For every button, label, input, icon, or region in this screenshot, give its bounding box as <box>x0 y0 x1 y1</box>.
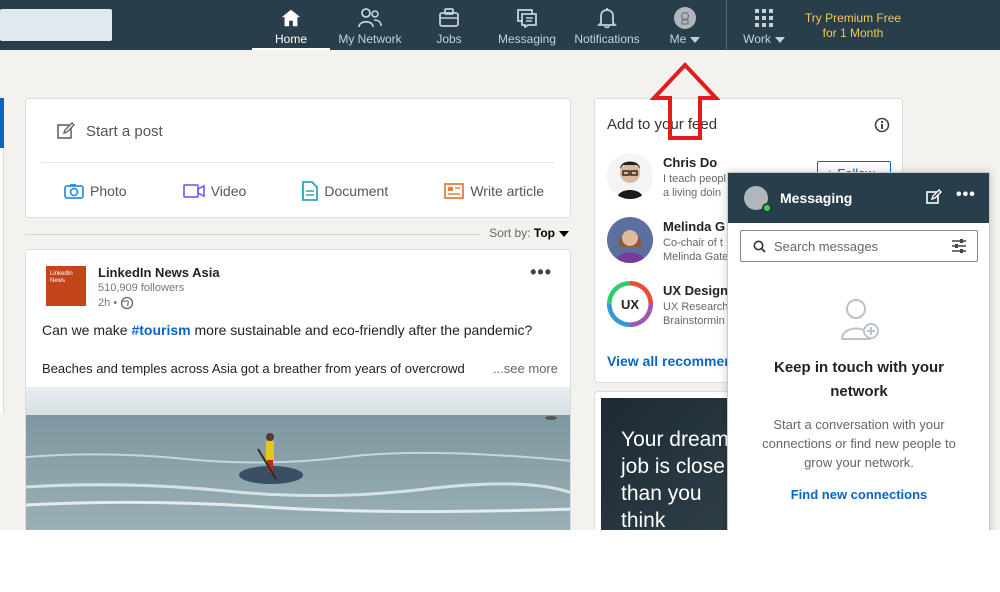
start-post-label: Start a post <box>86 122 163 140</box>
video-button[interactable]: Video <box>182 181 247 201</box>
author-logo[interactable]: LinkedIn News <box>46 266 86 306</box>
add-person-icon <box>840 299 879 340</box>
start-post-button[interactable]: Start a post <box>56 121 163 141</box>
premium-line-2: for 1 Month <box>822 26 884 40</box>
avatar[interactable] <box>607 153 653 199</box>
nav-messaging-label: Messaging <box>497 32 557 46</box>
message-search-box[interactable] <box>740 230 978 262</box>
red-arrow-annotation <box>650 62 720 140</box>
logo-line-1: LinkedIn <box>50 271 73 277</box>
search-input[interactable] <box>0 9 112 41</box>
svg-text:UX: UX <box>621 297 639 312</box>
beach-photo <box>26 387 570 530</box>
more-options-icon[interactable]: ••• <box>530 262 552 283</box>
sort-value: Top <box>533 226 555 240</box>
online-status-icon <box>762 203 772 213</box>
nav-home[interactable]: Home <box>252 0 330 50</box>
more-options-icon[interactable]: ••• <box>956 186 976 204</box>
nav-notifications-label: Notifications <box>574 32 640 46</box>
photo-label: Photo <box>90 183 127 199</box>
view-all-recommendations-link[interactable]: View all recommen <box>607 353 733 369</box>
messaging-panel: Messaging ••• Keep in touch with your ne… <box>727 172 990 530</box>
nav-notifications[interactable]: Notifications <box>570 0 644 50</box>
camera-icon <box>64 184 84 199</box>
search-icon <box>753 240 766 253</box>
nav-messaging[interactable]: Messaging <box>496 0 558 50</box>
empty-state-title: Keep in touch with your network <box>773 359 944 400</box>
suggestion-name[interactable]: Melinda G <box>663 219 725 234</box>
search-messages-input[interactable] <box>774 238 934 254</box>
post-author[interactable]: LinkedIn News Asia <box>98 265 220 280</box>
caret-down-icon <box>774 36 785 43</box>
post-text-2: Beaches and temples across Asia got a br… <box>42 361 558 376</box>
document-icon <box>302 181 319 201</box>
nav-my-network[interactable]: My Network <box>332 0 408 50</box>
filter-icon[interactable] <box>951 239 967 253</box>
nav-jobs-label: Jobs <box>436 32 462 46</box>
caret-down-icon <box>690 36 701 43</box>
nav-jobs[interactable]: Jobs <box>426 0 472 50</box>
document-label: Document <box>324 183 389 199</box>
nav-me-label: Me <box>669 32 687 46</box>
nav-work[interactable]: Work <box>738 0 790 50</box>
video-camera-icon <box>182 184 205 198</box>
divider <box>41 162 555 163</box>
avatar <box>673 6 697 30</box>
logo-line-2: News <box>50 278 66 284</box>
premium-link[interactable]: Try Premium Free for 1 Month <box>800 11 906 41</box>
nav-me[interactable]: Me <box>660 0 710 50</box>
post-time: 2h • <box>98 296 134 310</box>
compose-icon[interactable] <box>926 189 942 205</box>
post-time-label: 2h • <box>98 297 118 309</box>
globe-icon <box>121 296 134 310</box>
caret-down-icon <box>559 230 569 237</box>
divider <box>25 234 481 235</box>
bell-icon <box>595 6 619 30</box>
info-icon[interactable] <box>874 117 890 133</box>
sort-dropdown[interactable]: Sort by: Top <box>489 226 569 240</box>
premium-line-1: Try Premium Free <box>804 11 902 25</box>
grid-icon <box>752 6 776 30</box>
sort-bar: Sort by: Top <box>25 226 571 242</box>
nav-work-label: Work <box>743 32 771 46</box>
empty-state-description: Start a conversation with your connectio… <box>762 417 956 470</box>
messaging-header[interactable]: Messaging ••• <box>728 173 989 223</box>
avatar[interactable] <box>607 217 653 263</box>
left-sidebar-accent <box>0 98 4 148</box>
left-sidebar-card <box>0 98 4 413</box>
suggestion-name[interactable]: Chris Do <box>663 155 717 170</box>
share-box: Start a post Photo Video Document Write … <box>25 98 571 218</box>
post-text-before: Can we make <box>42 322 132 338</box>
linkedin-app: Home My Network Jobs Messaging Notificat <box>0 0 1000 530</box>
people-icon <box>358 6 382 30</box>
article-icon <box>444 183 465 199</box>
hashtag-link[interactable]: #tourism <box>131 322 190 338</box>
post-image[interactable] <box>26 387 570 530</box>
suggestion-name[interactable]: UX Design <box>663 283 728 298</box>
post-text-2-body: Beaches and temples across Asia got a br… <box>42 361 465 376</box>
document-button[interactable]: Document <box>302 181 388 201</box>
post-followers: 510,909 followers <box>98 282 185 294</box>
write-article-button[interactable]: Write article <box>444 181 544 201</box>
post-actions: Photo Video Document Write article <box>64 181 544 201</box>
see-more-link[interactable]: ...see more <box>486 361 558 376</box>
home-icon <box>279 6 303 30</box>
nav-divider <box>726 0 727 50</box>
nav-my-network-label: My Network <box>338 32 402 46</box>
video-label: Video <box>210 183 247 199</box>
find-new-connections-link[interactable]: Find new connections <box>748 487 970 502</box>
photo-button[interactable]: Photo <box>64 181 127 201</box>
post-text: Can we make #tourism more sustainable an… <box>42 322 532 338</box>
nav-home-label: Home <box>274 32 307 46</box>
write-article-label: Write article <box>470 183 544 199</box>
ux-design-logo[interactable]: UX <box>607 281 653 327</box>
chat-icon <box>515 6 539 30</box>
pencil-square-icon <box>57 122 75 139</box>
feed-post: LinkedIn News LinkedIn News Asia 510,909… <box>25 249 571 530</box>
top-navbar: Home My Network Jobs Messaging Notificat <box>0 0 1000 50</box>
briefcase-icon <box>437 6 461 30</box>
post-text-after: more sustainable and eco-friendly after … <box>190 322 533 338</box>
messaging-title: Messaging <box>780 190 853 206</box>
sort-label: Sort by: <box>489 226 531 240</box>
